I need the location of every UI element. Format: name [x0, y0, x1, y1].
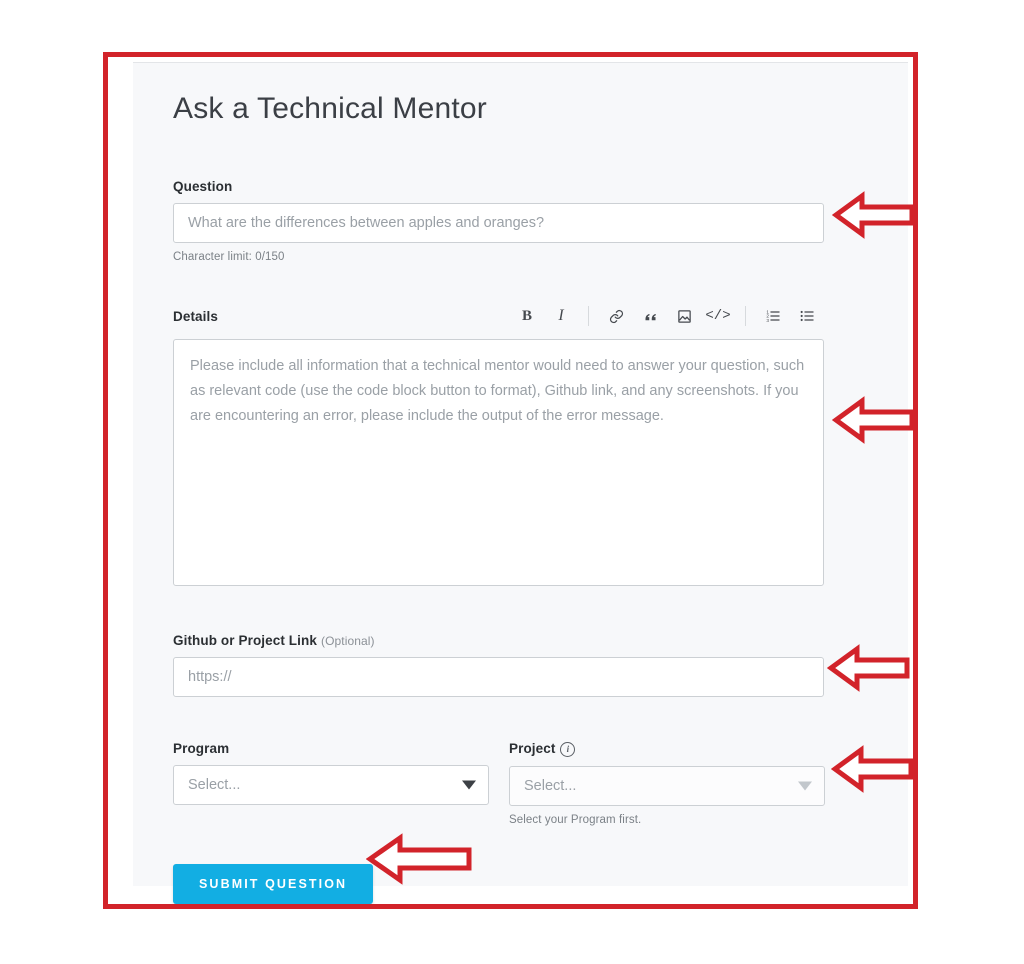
- ordered-list-icon[interactable]: 1 2 3: [756, 303, 790, 329]
- italic-icon[interactable]: I: [544, 303, 578, 329]
- project-label-text: Project: [509, 741, 556, 756]
- rich-text-toolbar: B I </> 1 2 3: [510, 303, 824, 329]
- info-icon[interactable]: i: [560, 742, 576, 757]
- project-helper-text: Select your Program first.: [509, 814, 642, 826]
- ask-mentor-card: Ask a Technical Mentor Question Characte…: [133, 62, 908, 904]
- github-link-input[interactable]: [173, 657, 824, 697]
- program-label: Program: [173, 741, 230, 756]
- details-textarea[interactable]: [173, 339, 824, 586]
- question-input[interactable]: [173, 203, 824, 243]
- project-field-block: Project i Select... Select your Program f…: [509, 741, 825, 826]
- github-link-label-text: Github or Project Link: [173, 633, 317, 648]
- program-select-wrapper[interactable]: Select...: [173, 765, 489, 805]
- character-limit-text: Character limit: 0/150: [173, 251, 285, 263]
- link-icon[interactable]: [599, 303, 633, 329]
- details-header: Details B I </> 1 2 3: [173, 303, 824, 329]
- project-select-wrapper[interactable]: Select...: [509, 766, 825, 806]
- page-title: Ask a Technical Mentor: [173, 92, 487, 125]
- github-link-field-block: Github or Project Link (Optional): [173, 633, 864, 697]
- toolbar-separator: [588, 306, 589, 326]
- details-field-block: Details B I </> 1 2 3 Please include all…: [173, 303, 864, 591]
- unordered-list-icon[interactable]: [790, 303, 824, 329]
- question-field-block: Question Character limit: 0/150: [173, 179, 864, 263]
- program-field-block: Program Select...: [173, 741, 489, 826]
- toolbar-separator: [745, 306, 746, 326]
- image-icon[interactable]: [667, 303, 701, 329]
- details-label: Details: [173, 308, 218, 324]
- code-block-icon[interactable]: </>: [701, 303, 735, 329]
- quote-icon[interactable]: [633, 303, 667, 329]
- submit-question-button[interactable]: SUBMIT QUESTION: [173, 864, 374, 904]
- bold-icon[interactable]: B: [510, 303, 544, 329]
- github-link-label: Github or Project Link (Optional): [173, 633, 864, 648]
- project-select[interactable]: Select...: [509, 766, 825, 806]
- svg-text:3: 3: [766, 318, 769, 323]
- question-label: Question: [173, 179, 233, 194]
- project-label: Project i: [509, 741, 825, 757]
- optional-tag: (Optional): [320, 634, 375, 648]
- program-select[interactable]: Select...: [173, 765, 489, 805]
- program-project-row: Program Select... Project i Select... Sel…: [173, 741, 864, 826]
